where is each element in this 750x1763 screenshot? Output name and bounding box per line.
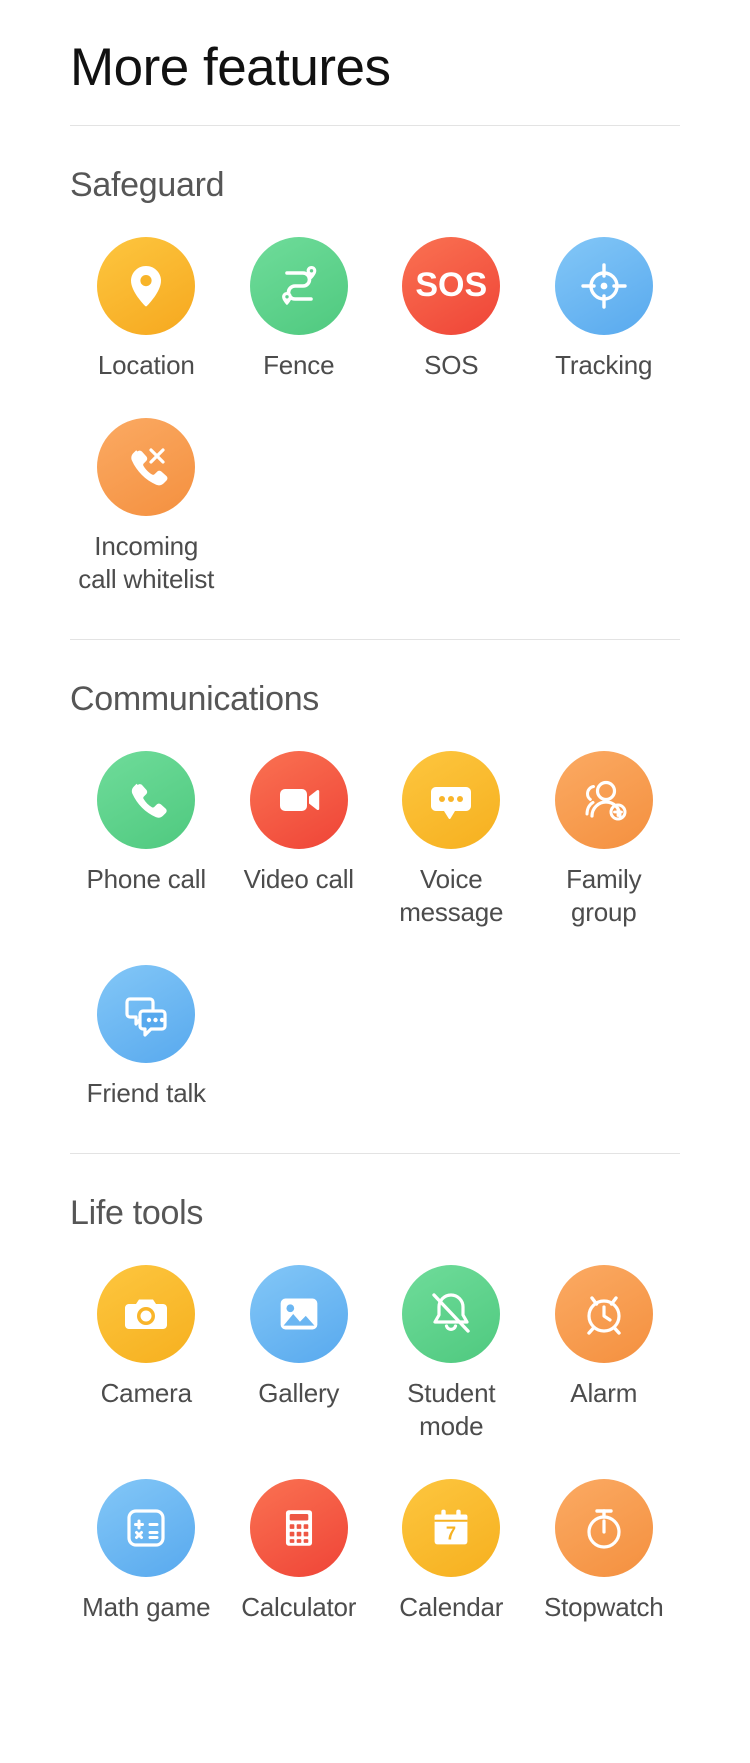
section-title-communications: Communications xyxy=(70,679,320,718)
feature-label: Calendar xyxy=(399,1592,504,1623)
page-title: More features xyxy=(70,38,391,97)
feature-tile-student-mode[interactable]: Student mode xyxy=(375,1255,528,1452)
sos-label: SOS xyxy=(415,266,488,305)
feature-label: Camera xyxy=(100,1377,192,1408)
feature-label: Fence xyxy=(263,349,335,380)
feature-label: Stopwatch xyxy=(543,1592,664,1623)
video-camera-icon xyxy=(249,750,348,849)
feature-tile-math-game[interactable]: Math game xyxy=(70,1469,223,1632)
calendar-day-number: 7 xyxy=(446,1523,456,1544)
photo-image-icon xyxy=(249,1264,348,1363)
feature-tile-sos[interactable]: SOS SOS xyxy=(375,227,528,390)
life-tools-grid: Camera Gallery Student mode Alarm Math g… xyxy=(70,1255,680,1633)
feature-label: Phone call xyxy=(86,863,207,894)
row-spacer xyxy=(70,937,680,955)
feature-label: Voice message xyxy=(399,863,504,927)
feature-label: Student mode xyxy=(407,1377,496,1441)
math-operations-icon xyxy=(97,1479,196,1578)
row-spacer xyxy=(70,1451,680,1469)
chat-bubble-dots-icon xyxy=(402,750,501,849)
camera-icon xyxy=(97,1264,196,1363)
section-title-safeguard: Safeguard xyxy=(70,165,225,204)
feature-label: Alarm xyxy=(570,1377,638,1408)
phone-handset-icon xyxy=(97,750,196,849)
feature-tile-calendar[interactable]: 7 Calendar xyxy=(375,1469,528,1632)
feature-label: Calculator xyxy=(241,1592,357,1623)
feature-tile-alarm[interactable]: Alarm xyxy=(528,1255,681,1452)
crosshair-icon xyxy=(554,236,653,335)
feature-tile-camera[interactable]: Camera xyxy=(70,1255,223,1452)
safeguard-grid: Location Fence SOS SOS Tracking Incoming… xyxy=(70,227,680,605)
section-communications: Communications Phone call Video call Voi… xyxy=(0,640,750,1119)
stopwatch-icon xyxy=(554,1479,653,1578)
sos-icon: SOS xyxy=(402,236,501,335)
feature-label: Location xyxy=(97,349,195,380)
feature-label: Video call xyxy=(243,863,354,894)
feature-tile-friend-talk[interactable]: Friend talk xyxy=(70,955,223,1118)
feature-tile-calculator[interactable]: Calculator xyxy=(223,1469,376,1632)
feature-tile-gallery[interactable]: Gallery xyxy=(223,1255,376,1452)
section-safeguard: Safeguard Location Fence SOS SOS Trackin… xyxy=(0,126,750,605)
feature-label: Math game xyxy=(82,1592,211,1623)
calculator-icon xyxy=(249,1479,348,1578)
feature-tile-location[interactable]: Location xyxy=(70,227,223,390)
feature-tile-stopwatch[interactable]: Stopwatch xyxy=(528,1469,681,1632)
calendar-icon: 7 xyxy=(402,1479,501,1578)
feature-label: SOS xyxy=(424,349,479,380)
row-spacer xyxy=(70,390,680,408)
double-chat-icon xyxy=(97,965,196,1064)
feature-label: Family group xyxy=(566,863,642,927)
feature-tile-phone-call[interactable]: Phone call xyxy=(70,741,223,938)
feature-label: Incoming call whitelist xyxy=(78,531,215,595)
feature-label: Friend talk xyxy=(86,1078,206,1109)
feature-label: Tracking xyxy=(555,349,653,380)
section-title-life-tools: Life tools xyxy=(70,1193,204,1232)
feature-tile-family-group[interactable]: Family group xyxy=(528,741,681,938)
feature-tile-incoming-call-whitelist[interactable]: Incoming call whitelist xyxy=(70,408,223,605)
bell-muted-icon xyxy=(402,1264,501,1363)
more-features-page: More features Safeguard Location Fence S… xyxy=(0,0,750,1763)
people-add-icon xyxy=(554,750,653,849)
route-fence-icon xyxy=(249,236,348,335)
feature-tile-voice-message[interactable]: Voice message xyxy=(375,741,528,938)
phone-decline-icon xyxy=(97,418,196,517)
feature-label: Gallery xyxy=(258,1377,340,1408)
feature-tile-video-call[interactable]: Video call xyxy=(223,741,376,938)
location-pin-icon xyxy=(97,236,196,335)
alarm-clock-icon xyxy=(554,1264,653,1363)
section-life-tools: Life tools Camera Gallery Student mode A… xyxy=(0,1154,750,1633)
feature-tile-tracking[interactable]: Tracking xyxy=(528,227,681,390)
feature-tile-fence[interactable]: Fence xyxy=(223,227,376,390)
communications-grid: Phone call Video call Voice message Fami… xyxy=(70,741,680,1119)
